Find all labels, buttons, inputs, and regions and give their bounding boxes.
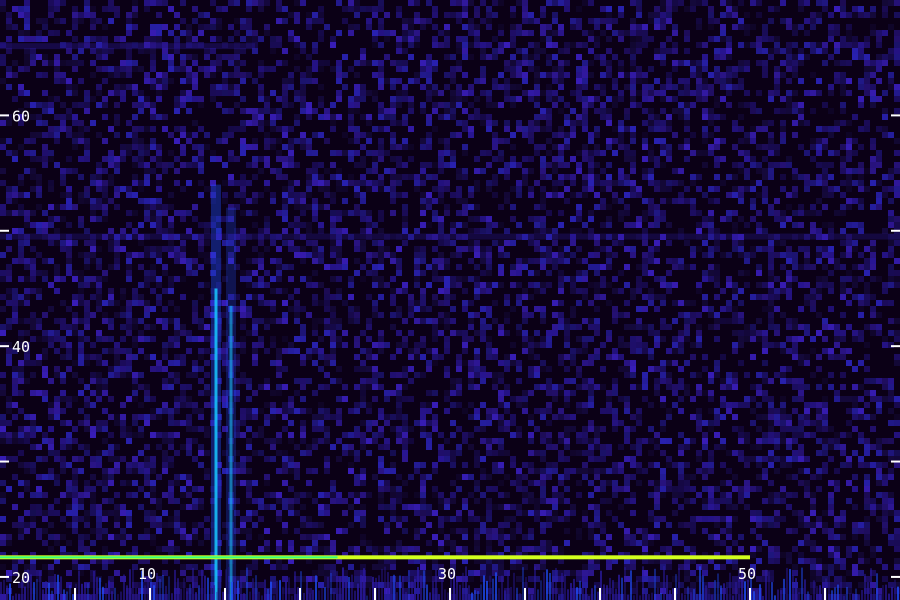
vertical-streak-0: [211, 184, 221, 600]
y-tick-label-40: 40: [12, 338, 30, 356]
horizontal-band-4: [0, 233, 900, 240]
heatmap-layer: [0, 0, 900, 600]
vertical-streak-1: [226, 207, 236, 600]
y-tick-label-60: 60: [12, 107, 30, 125]
horizontal-band-3: [0, 43, 255, 50]
x-tick-label-30: 30: [438, 565, 456, 583]
x-tick-label-50: 50: [738, 565, 756, 583]
spectrogram-chart: 20 40 60 10 30 50: [0, 0, 900, 600]
y-tick-label-20: 20: [12, 569, 30, 587]
x-tick-label-10: 10: [138, 565, 156, 583]
horizontal-tone-line-core: [0, 556, 338, 559]
